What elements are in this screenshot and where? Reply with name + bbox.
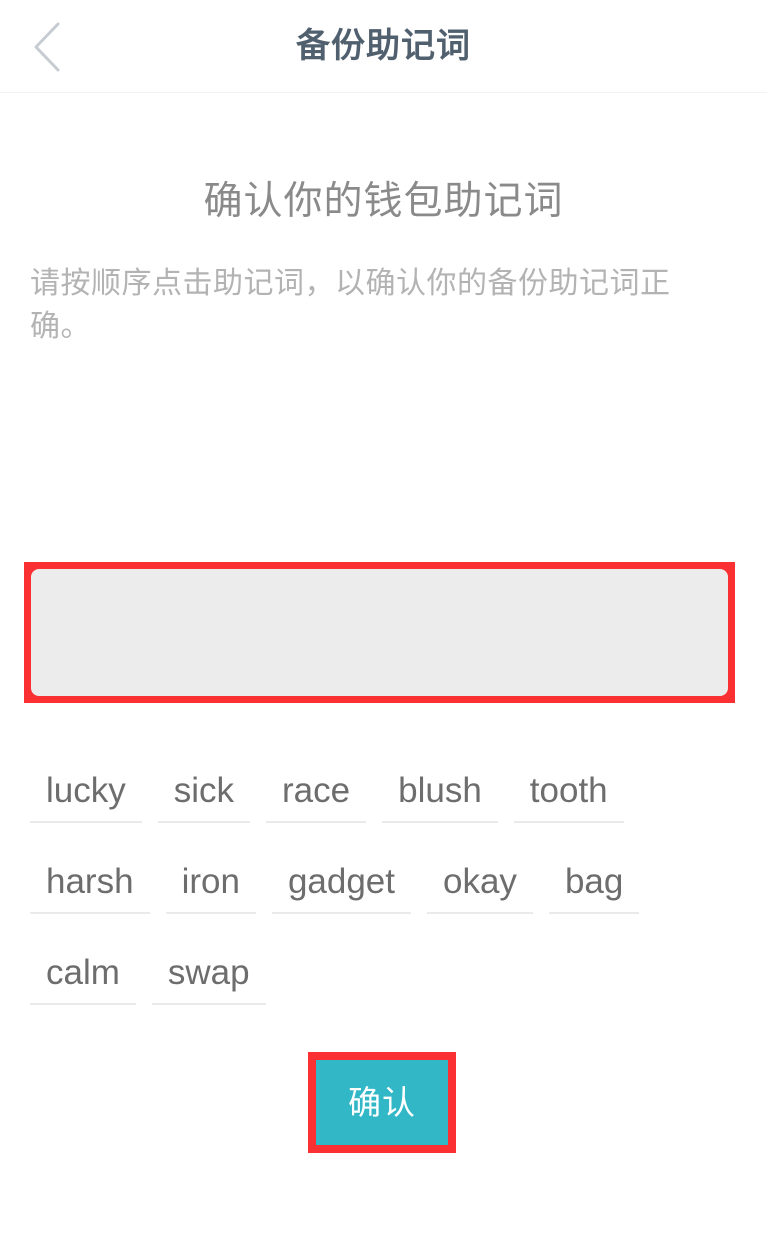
word-chip[interactable]: swap — [151, 941, 266, 1005]
word-chip[interactable]: blush — [382, 759, 498, 823]
word-bank-grid: lucky sick race blush tooth harsh iron gadget ok… — [30, 759, 730, 1032]
chevron-left-icon — [34, 22, 60, 71]
selected-words-annotation-box — [24, 562, 735, 703]
word-chip[interactable]: harsh — [30, 850, 150, 914]
app-header: 备份助记词 — [0, 0, 767, 93]
section-description: 请按顺序点击助记词，以确认你的备份助记词正确。 — [30, 266, 671, 344]
word-chip[interactable]: okay — [427, 850, 533, 914]
word-chip[interactable]: iron — [165, 850, 256, 914]
word-chip[interactable]: tooth — [513, 759, 624, 823]
section-heading: 确认你的钱包助记词 — [203, 180, 564, 223]
confirm-button[interactable]: 确认 — [316, 1060, 448, 1145]
confirm-button-annotation-box: 确认 — [308, 1052, 456, 1153]
back-button[interactable] — [8, 0, 86, 93]
selected-words-area[interactable] — [31, 569, 728, 696]
word-chip[interactable]: gadget — [271, 850, 411, 914]
word-chip[interactable]: lucky — [30, 759, 142, 823]
page-title: 备份助记词 — [296, 27, 471, 65]
main-content: 确认你的钱包助记词 请按顺序点击助记词，以确认你的备份助记词正确。 lucky s… — [0, 180, 767, 1153]
word-chip[interactable]: race — [266, 759, 367, 823]
word-chip[interactable]: sick — [157, 759, 251, 823]
word-chip[interactable]: bag — [548, 850, 640, 914]
word-chip[interactable]: calm — [30, 941, 136, 1005]
